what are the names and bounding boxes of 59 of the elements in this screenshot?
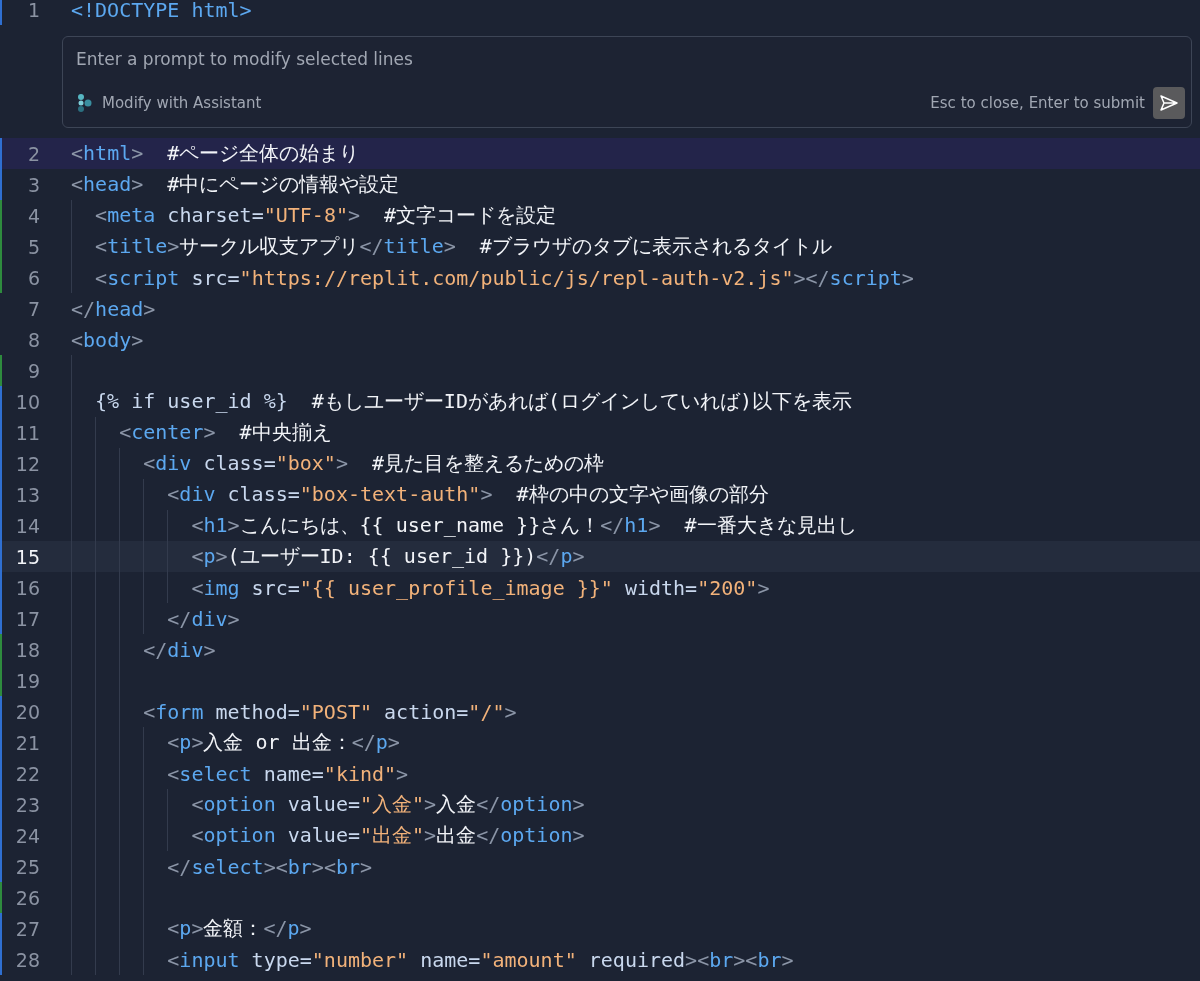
assistant-logo-icon	[76, 92, 94, 113]
line-number: 19	[14, 669, 40, 692]
code-text: <!DOCTYPE html>	[71, 0, 252, 22]
assistant-label: Modify with Assistant	[102, 93, 262, 112]
line-number: 3	[26, 173, 40, 196]
line-number: 13	[14, 483, 40, 506]
send-icon	[1160, 94, 1178, 111]
line-number: 9	[26, 359, 40, 382]
line-number: 6	[26, 266, 40, 289]
code-text: <center> #中央揃え	[119, 419, 332, 446]
code-text: <select name="kind">	[167, 761, 409, 786]
code-text: <input type="number" name="amount" required><br><br>	[167, 947, 794, 972]
code-text: <title>サークル収支アプリ</title> #ブラウザのタブに表示されるタイトル	[95, 233, 832, 260]
code-text: <p>入金 or 出金：</p>	[167, 729, 400, 756]
line-number: 4	[26, 204, 40, 227]
line-number: 15	[14, 545, 40, 568]
code-text: </select><br><br>	[167, 854, 373, 879]
line-number: 12	[14, 452, 40, 475]
code-text: {% if user_id %} #もしユーザーIDがあれば(ログインしていれば)以下を表示	[95, 388, 853, 415]
line-number: 18	[14, 638, 40, 661]
code-text: <p>(ユーザーID: {{ user_id }})</p>	[191, 543, 585, 570]
line-number: 26	[14, 886, 40, 909]
code-text: </head>	[71, 296, 156, 321]
line-number: 11	[14, 421, 40, 444]
code-text: <p>金額：</p>	[167, 915, 312, 942]
code-text: <h1>こんにちは、{{ user_name }}さん！</h1> #一番大きな見出し	[191, 512, 857, 539]
line-number: 10	[14, 390, 40, 413]
code-text: <body>	[71, 327, 144, 352]
code-text: <img src="{{ user_profile_image }}" width="200">	[191, 575, 770, 600]
code-text: </div>	[167, 606, 240, 631]
line-number: 25	[14, 855, 40, 878]
code-text: <head> #中にページの情報や設定	[71, 171, 400, 198]
code-text: <html> #ページ全体の始まり	[71, 140, 360, 167]
line-number: 2	[26, 142, 40, 165]
line-number: 8	[26, 328, 40, 351]
line-number: 17	[14, 607, 40, 630]
line-number: 1	[26, 0, 40, 21]
keyboard-hint: Esc to close, Enter to submit	[930, 93, 1145, 112]
code-text: </div>	[143, 637, 216, 662]
line-number: 27	[14, 917, 40, 940]
line-number: 5	[26, 235, 40, 258]
code-text: <option value="入金">入金</option>	[191, 791, 585, 818]
line-number: 7	[26, 297, 40, 320]
line-number: 22	[14, 762, 40, 785]
line-number: 21	[14, 731, 40, 754]
code-text: <option value="出金">出金</option>	[191, 822, 585, 849]
line-number: 20	[14, 700, 40, 723]
prompt-field[interactable]: Enter a prompt to modify selected lines	[76, 48, 1185, 69]
code-text: <div class="box-text-auth"> #枠の中の文字や画像の部分	[167, 481, 769, 508]
line-number: 23	[14, 793, 40, 816]
code-text: <script src="https://replit.com/public/js/repl-auth-v2.js"></script>	[95, 265, 914, 290]
send-button[interactable]	[1153, 86, 1185, 119]
line-number: 24	[14, 824, 40, 847]
line-number: 28	[14, 948, 40, 971]
line-number: 14	[14, 514, 40, 537]
code-text: <form method="POST" action="/">	[143, 699, 517, 724]
line-number: 16	[14, 576, 40, 599]
code-text: <meta charset="UTF-8"> #文字コードを設定	[95, 202, 557, 229]
code-text: <div class="box"> #見た目を整えるための枠	[143, 450, 605, 477]
